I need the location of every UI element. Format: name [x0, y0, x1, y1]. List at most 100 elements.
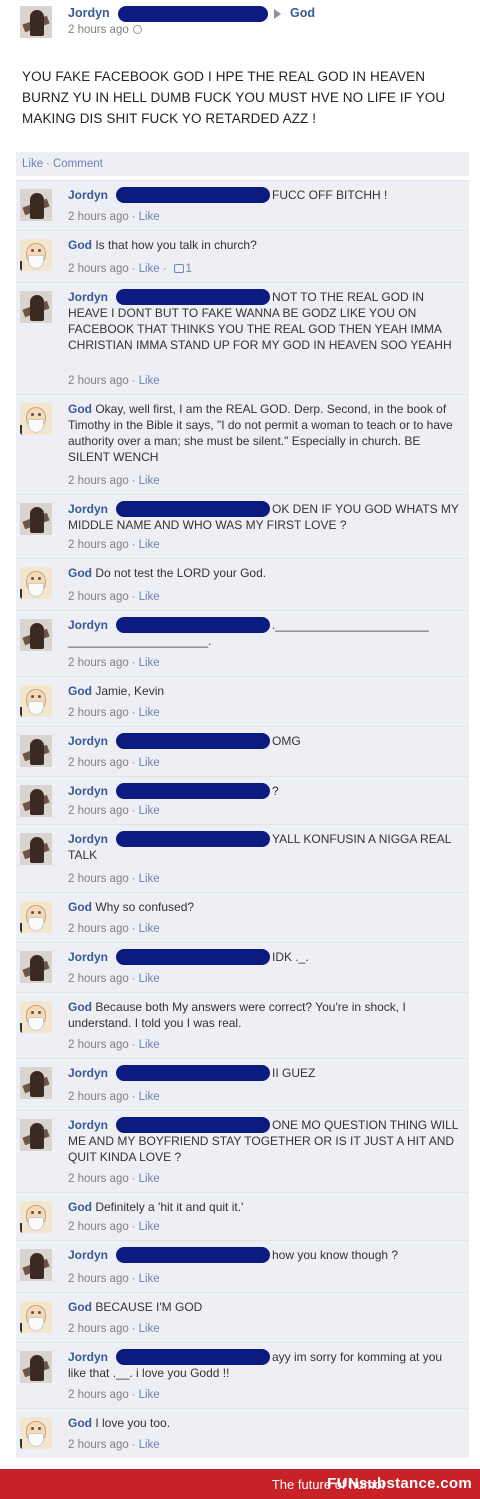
- comment-like-link[interactable]: Like: [139, 657, 160, 669]
- comment-like-link[interactable]: Like: [139, 211, 160, 223]
- jordyn-avatar[interactable]: [20, 503, 52, 535]
- redacted-name: [118, 6, 268, 22]
- comment-author[interactable]: Jordyn: [68, 501, 108, 517]
- comment-author[interactable]: God: [68, 1300, 92, 1314]
- comment-author[interactable]: Jordyn: [68, 289, 108, 305]
- jordyn-avatar[interactable]: [20, 1119, 52, 1151]
- comment-like-link[interactable]: Like: [139, 263, 160, 275]
- comment-like-link[interactable]: Like: [139, 757, 160, 769]
- comment-like-link[interactable]: Like: [139, 873, 160, 885]
- comment-author[interactable]: God: [68, 1416, 92, 1430]
- jordyn-avatar[interactable]: [20, 291, 52, 323]
- comment-text: Jordyn?: [68, 783, 460, 799]
- like-count[interactable]: 1: [186, 263, 192, 275]
- jordyn-avatar[interactable]: [20, 1067, 52, 1099]
- god-avatar[interactable]: [20, 1201, 52, 1233]
- post-timestamp: 2 hours ago: [68, 24, 142, 36]
- comment-author[interactable]: God: [68, 238, 92, 252]
- comment-timestamp: 2 hours ago: [68, 539, 129, 551]
- like-link[interactable]: Like: [22, 158, 43, 170]
- god-avatar[interactable]: [20, 239, 52, 271]
- jordyn-avatar[interactable]: [20, 785, 52, 817]
- comment-timestamp: 2 hours ago: [68, 1091, 129, 1103]
- comment-text: Jordyn ayy im sorry for komming at you li…: [68, 1349, 460, 1381]
- comment-author[interactable]: God: [68, 402, 92, 416]
- god-avatar[interactable]: [20, 1417, 52, 1449]
- comment-like-link[interactable]: Like: [139, 1323, 160, 1335]
- comment-body: Do not test the LORD your God.: [95, 566, 267, 580]
- target-name[interactable]: God: [290, 6, 315, 20]
- comment-like-link[interactable]: Like: [139, 1389, 160, 1401]
- comment-author[interactable]: Jordyn: [68, 1065, 108, 1081]
- comment-body: Jamie, Kevin: [95, 684, 165, 698]
- comment-meta: 2 hours ago · Like: [68, 1323, 160, 1335]
- jordyn-avatar[interactable]: [20, 1249, 52, 1281]
- comment-author[interactable]: God: [68, 900, 92, 914]
- comment-timestamp: 2 hours ago: [68, 657, 129, 669]
- comment-author[interactable]: Jordyn: [68, 1117, 108, 1133]
- comment-like-link[interactable]: Like: [139, 1439, 160, 1451]
- comment-author[interactable]: God: [68, 1000, 92, 1014]
- jordyn-avatar[interactable]: [20, 951, 52, 983]
- comment-author[interactable]: Jordyn: [68, 831, 108, 847]
- god-avatar[interactable]: [20, 685, 52, 717]
- comment-text: Jordyn II GUEZ: [68, 1065, 460, 1081]
- comment-like-link[interactable]: Like: [139, 475, 160, 487]
- comment-text: Jordyn OMG: [68, 733, 460, 749]
- redacted-name: [116, 1247, 270, 1263]
- comment-meta: 2 hours ago · Like: [68, 873, 160, 885]
- comment-text: God Is that how you talk in church?: [68, 237, 460, 253]
- jordyn-avatar[interactable]: [20, 619, 52, 651]
- comment-like-link[interactable]: Like: [139, 375, 160, 387]
- god-avatar[interactable]: [20, 901, 52, 933]
- footer-brand[interactable]: FUNsubstance.com: [327, 1475, 472, 1492]
- god-avatar[interactable]: [20, 1001, 52, 1033]
- comment-author[interactable]: Jordyn: [68, 187, 108, 203]
- comment-author[interactable]: Jordyn: [68, 949, 108, 965]
- comment-row: God Do not test the LORD your God. 2 hour…: [16, 558, 469, 610]
- comment-row: God Is that how you talk in church? 2 hou…: [16, 230, 469, 282]
- comment-text: God I love you too.: [68, 1415, 460, 1431]
- comment-like-link[interactable]: Like: [139, 1039, 160, 1051]
- comment-author[interactable]: Jordyn: [68, 1247, 108, 1263]
- comment-author[interactable]: Jordyn: [68, 733, 108, 749]
- comment-like-link[interactable]: Like: [139, 805, 160, 817]
- jordyn-avatar[interactable]: [20, 1351, 52, 1383]
- jordyn-avatar[interactable]: [20, 735, 52, 767]
- status-text: YOU FAKE FACEBOOK GOD I HPE THE REAL GOD…: [22, 69, 446, 126]
- comment-like-link[interactable]: Like: [139, 591, 160, 603]
- comment-text: God Because both My answers were correct…: [68, 999, 460, 1031]
- comment-text: Jordyn YALL KONFUSIN A NIGGA REAL TALK: [68, 831, 460, 863]
- comment-like-link[interactable]: Like: [139, 1273, 160, 1285]
- comment-text: God BECAUSE I'M GOD: [68, 1299, 460, 1315]
- comment-author[interactable]: God: [68, 566, 92, 580]
- comment-author[interactable]: Jordyn: [68, 1349, 108, 1365]
- god-avatar[interactable]: [20, 403, 52, 435]
- comment-author[interactable]: Jordyn: [68, 617, 108, 633]
- comment-timestamp: 2 hours ago: [68, 591, 129, 603]
- jordyn-avatar[interactable]: [20, 833, 52, 865]
- comment-author[interactable]: Jordyn: [68, 783, 108, 799]
- comment-like-link[interactable]: Like: [139, 973, 160, 985]
- comment-like-link[interactable]: Like: [139, 539, 160, 551]
- comment-like-link[interactable]: Like: [139, 1173, 160, 1185]
- god-avatar[interactable]: [20, 1301, 52, 1333]
- comment-row: God BECAUSE I'M GOD 2 hours ago · Like: [16, 1292, 469, 1342]
- god-avatar[interactable]: [20, 567, 52, 599]
- comment-link[interactable]: Comment: [53, 158, 103, 170]
- jordyn-avatar[interactable]: [20, 189, 52, 221]
- comment-text: God Definitely a 'hit it and quit it.': [68, 1199, 460, 1215]
- author-avatar[interactable]: [20, 6, 52, 38]
- comment-author[interactable]: God: [68, 1200, 92, 1214]
- comment-like-link[interactable]: Like: [139, 1221, 160, 1233]
- comment-timestamp: 2 hours ago: [68, 1439, 129, 1451]
- comment-timestamp: 2 hours ago: [68, 707, 129, 719]
- comment-author[interactable]: God: [68, 684, 92, 698]
- author-name[interactable]: Jordyn: [68, 6, 110, 20]
- redacted-name: [116, 501, 270, 517]
- comment-timestamp: 2 hours ago: [68, 923, 129, 935]
- comment-like-link[interactable]: Like: [139, 707, 160, 719]
- comment-like-link[interactable]: Like: [139, 1091, 160, 1103]
- comment-like-link[interactable]: Like: [139, 923, 160, 935]
- comment-row: God Okay, well first, I am the REAL GOD.…: [16, 394, 469, 494]
